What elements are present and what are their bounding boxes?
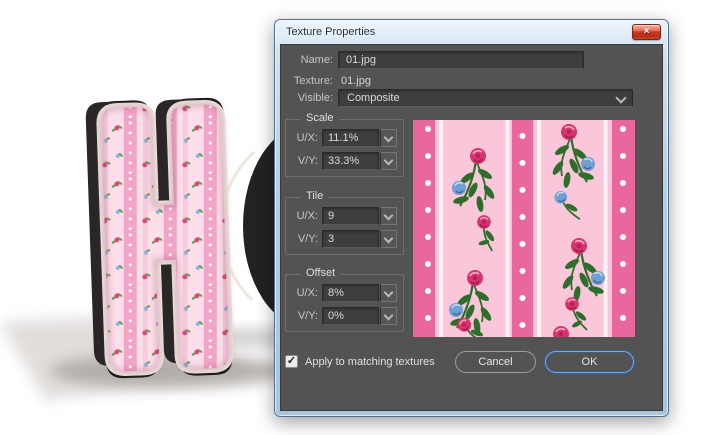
offset-legend: Offset xyxy=(301,267,340,279)
offset-ux-label: U/X: xyxy=(290,287,318,299)
offset-ux-dropdown-button[interactable] xyxy=(380,284,397,302)
chevron-down-icon xyxy=(384,310,394,320)
cancel-button-label: Cancel xyxy=(478,356,512,368)
texture-properties-dialog: Texture Properties × Name: Texture: 01.j… xyxy=(274,19,669,417)
dialog-panel: Name: Texture: 01.jpg Visible: Composite… xyxy=(280,44,663,411)
offset-group: Offset U/X: 8% V/Y: 0% xyxy=(285,274,404,332)
chevron-down-icon xyxy=(384,132,394,142)
texture-label: Texture: xyxy=(281,75,333,87)
offset-vy-field[interactable]: 0% xyxy=(322,307,379,325)
chevron-down-icon xyxy=(384,155,394,165)
texture-preview xyxy=(413,120,635,337)
apply-matching-label: Apply to matching textures xyxy=(305,356,435,368)
visible-dropdown[interactable]: Composite xyxy=(338,89,633,107)
visible-label: Visible: xyxy=(281,92,333,104)
ok-button-label: OK xyxy=(582,356,598,368)
tile-ux-dropdown-button[interactable] xyxy=(380,207,397,225)
offset-ux-field[interactable]: 8% xyxy=(322,284,379,302)
chevron-down-icon xyxy=(384,210,394,220)
scale-group: Scale U/X: 11.1% V/Y: 33.3% xyxy=(285,119,404,177)
name-label: Name: xyxy=(281,54,333,66)
offset-vy-dropdown-button[interactable] xyxy=(380,307,397,325)
tile-ux-field[interactable]: 9 xyxy=(322,207,379,225)
visible-dropdown-value: Composite xyxy=(347,92,400,104)
chevron-down-icon xyxy=(384,287,394,297)
floral-pattern-image xyxy=(413,120,635,337)
ok-button[interactable]: OK xyxy=(545,351,634,373)
tile-legend: Tile xyxy=(301,190,328,202)
close-icon: × xyxy=(644,26,650,37)
scale-vy-label: V/Y: xyxy=(290,155,318,167)
tile-group: Tile U/X: 9 V/Y: 3 xyxy=(285,197,404,255)
scale-legend: Scale xyxy=(301,112,339,124)
scale-ux-field[interactable]: 11.1% xyxy=(322,129,379,147)
scale-vy-dropdown-button[interactable] xyxy=(380,152,397,170)
offset-vy-label: V/Y: xyxy=(290,310,318,322)
check-icon: ✓ xyxy=(287,355,296,367)
scale-ux-dropdown-button[interactable] xyxy=(380,129,397,147)
apply-matching-checkbox[interactable]: ✓ xyxy=(285,355,298,368)
chevron-down-icon xyxy=(384,233,394,243)
scale-ux-label: U/X: xyxy=(290,132,318,144)
screenshot-stage: Texture Properties × Name: Texture: 01.j… xyxy=(0,0,705,435)
letter-h xyxy=(85,97,233,379)
scale-vy-field[interactable]: 33.3% xyxy=(322,152,379,170)
texture-value: 01.jpg xyxy=(341,75,371,87)
tile-ux-label: U/X: xyxy=(290,210,318,222)
title-bar[interactable]: Texture Properties × xyxy=(275,20,668,44)
chevron-down-icon xyxy=(615,92,626,103)
close-button[interactable]: × xyxy=(632,24,661,40)
cancel-button[interactable]: Cancel xyxy=(455,351,536,373)
dialog-title: Texture Properties xyxy=(286,26,375,38)
tile-vy-field[interactable]: 3 xyxy=(322,230,379,248)
name-input[interactable] xyxy=(338,51,584,69)
tile-vy-label: V/Y: xyxy=(290,233,318,245)
tile-vy-dropdown-button[interactable] xyxy=(380,230,397,248)
